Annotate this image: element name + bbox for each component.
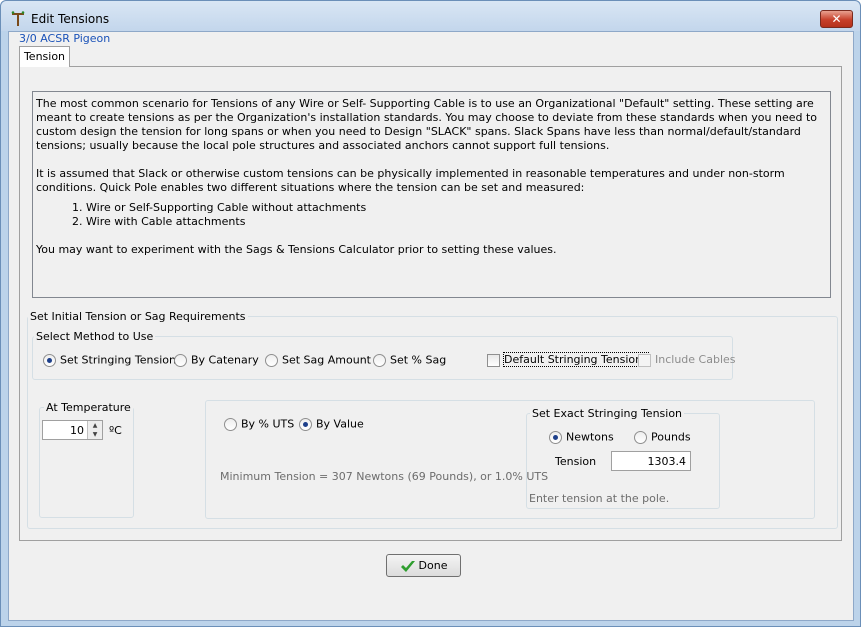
checkbox-label: Include Cables <box>655 353 736 366</box>
radio-icon <box>174 353 187 367</box>
done-button[interactable]: Done <box>386 554 461 577</box>
tension-mode-group <box>205 400 815 519</box>
method-group-label: Select Method to Use <box>34 330 156 343</box>
tension-input[interactable]: 1303.4 <box>611 451 691 471</box>
info-list: Wire or Self-Supporting Cable without at… <box>36 201 827 229</box>
method-percent-sag-radio[interactable]: Set % Sag <box>373 353 446 367</box>
radio-selected-icon <box>43 353 56 367</box>
default-stringing-checkbox[interactable]: Default Stringing Tensions <box>487 352 649 367</box>
temperature-unit: ºC <box>109 424 122 437</box>
radio-icon <box>265 353 278 367</box>
info-paragraph-1: The most common scenario for Tensions of… <box>36 97 818 152</box>
check-icon <box>400 560 415 572</box>
radio-label: By Value <box>316 417 364 431</box>
title-bar[interactable]: Edit Tensions ✕ <box>1 1 860 31</box>
minimum-tension-text: Minimum Tension = 307 Newtons (69 Pounds… <box>220 470 549 483</box>
newtons-radio[interactable]: Newtons <box>549 430 614 444</box>
tension-label: Tension <box>555 455 597 468</box>
cable-name: 3/0 ACSR Pigeon <box>19 32 111 45</box>
pounds-radio[interactable]: Pounds <box>634 430 691 444</box>
checkbox-icon <box>487 353 500 367</box>
info-paragraph-3: You may want to experiment with the Sags… <box>36 243 557 256</box>
spinner-buttons: ▲ ▼ <box>87 421 102 439</box>
radio-label: Set Sag Amount <box>282 353 371 367</box>
radio-label: Set Stringing Tension <box>60 353 176 367</box>
radio-selected-icon <box>299 417 312 431</box>
spin-up-icon[interactable]: ▲ <box>88 421 102 430</box>
temperature-group-label: At Temperature <box>44 401 133 414</box>
exact-tension-group-label: Set Exact Stringing Tension <box>530 407 685 420</box>
radio-label: By % UTS <box>241 417 295 431</box>
temperature-spinner[interactable]: 10 ▲ ▼ <box>42 420 103 440</box>
utility-pole-icon <box>11 11 25 26</box>
close-button[interactable]: ✕ <box>820 10 853 28</box>
radio-label: By Catenary <box>191 353 259 367</box>
radio-icon <box>634 430 647 444</box>
done-label: Done <box>418 559 448 572</box>
info-text-box: The most common scenario for Tensions of… <box>32 91 831 298</box>
radio-selected-icon <box>549 430 562 444</box>
by-value-radio[interactable]: By Value <box>299 417 364 431</box>
method-sag-amount-radio[interactable]: Set Sag Amount <box>265 353 371 367</box>
tab-tension[interactable]: Tension <box>19 46 70 67</box>
info-list-item: Wire with Cable attachments <box>86 215 827 229</box>
checkbox-icon <box>638 353 651 367</box>
window-title: Edit Tensions <box>31 12 110 26</box>
method-stringing-tension-radio[interactable]: Set Stringing Tension <box>43 353 176 367</box>
method-catenary-radio[interactable]: By Catenary <box>174 353 259 367</box>
info-paragraph-2: It is assumed that Slack or otherwise cu… <box>36 167 785 194</box>
dialog-window: Edit Tensions ✕ 3/0 ACSR Pigeon Tension … <box>0 0 861 627</box>
checkbox-label: Default Stringing Tensions <box>503 352 649 367</box>
spin-down-icon[interactable]: ▼ <box>88 430 102 439</box>
radio-label: Set % Sag <box>390 353 447 367</box>
tension-hint: Enter tension at the pole. <box>529 492 670 505</box>
requirements-group-label: Set Initial Tension or Sag Requirements <box>28 310 248 323</box>
radio-icon <box>224 417 237 431</box>
close-icon: ✕ <box>831 12 842 26</box>
info-list-item: Wire or Self-Supporting Cable without at… <box>86 201 827 215</box>
radio-icon <box>373 353 386 367</box>
radio-label: Newtons <box>566 430 614 444</box>
include-cables-checkbox[interactable]: Include Cables <box>638 353 736 367</box>
radio-label: Pounds <box>651 430 691 444</box>
by-percent-uts-radio[interactable]: By % UTS <box>224 417 294 431</box>
temperature-value: 10 <box>70 424 84 437</box>
